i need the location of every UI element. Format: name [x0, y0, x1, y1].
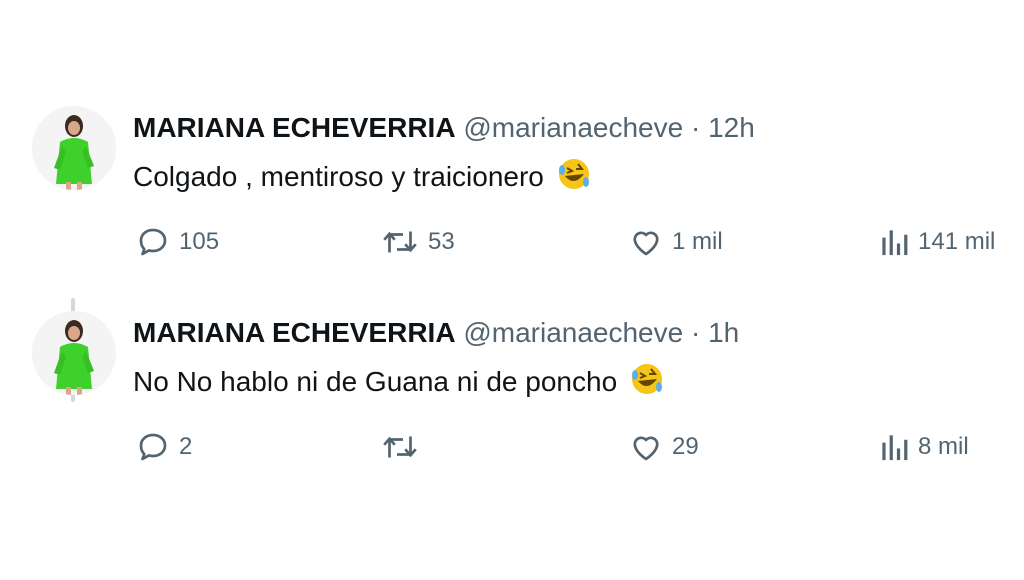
like-count: 29 — [672, 433, 699, 460]
timestamp[interactable]: 12h — [708, 112, 755, 143]
heart-icon — [633, 436, 659, 461]
reply-icon — [139, 433, 167, 461]
author-name[interactable]: MARIANA ECHEVERRIA — [133, 112, 456, 143]
rolling-on-floor-laughing-icon — [629, 361, 665, 406]
retweet-icon — [383, 231, 417, 253]
views-button[interactable]: 141 mil — [878, 220, 995, 264]
separator-dot: · — [690, 112, 701, 143]
tweet-header: MARIANA ECHEVERRIA @marianaecheve · 1h — [133, 315, 739, 351]
views-count: 8 mil — [918, 433, 969, 460]
rolling-on-floor-laughing-icon — [556, 156, 592, 201]
tweet-text-content: No No hablo ni de Guana ni de poncho — [133, 366, 618, 397]
reply-count: 105 — [179, 228, 220, 255]
timestamp[interactable]: 1h — [708, 317, 739, 348]
tweet-text: No No hablo ni de Guana ni de poncho — [133, 361, 665, 406]
tweet-actions: 105 53 1 mil 141 mil — [0, 220, 1024, 264]
tweet-text-content: Colgado , mentiroso y traicionero — [133, 161, 544, 192]
tweet-actions: 2 29 8 mil — [0, 425, 1024, 469]
tweet-header: MARIANA ECHEVERRIA @marianaecheve · 12h — [133, 110, 755, 146]
reply-button[interactable]: 2 — [135, 425, 192, 469]
reply-button[interactable]: 105 — [135, 220, 219, 264]
retweet-count: 53 — [428, 228, 455, 255]
like-button[interactable]: 29 — [628, 425, 699, 469]
views-button[interactable]: 8 mil — [878, 425, 969, 469]
author-handle[interactable]: @marianaecheve — [463, 317, 683, 348]
reply-count: 2 — [179, 433, 193, 460]
like-count: 1 mil — [672, 228, 723, 255]
avatar[interactable] — [32, 311, 116, 395]
like-button[interactable]: 1 mil — [628, 220, 723, 264]
views-chart-icon — [882, 435, 908, 461]
tweet-text: Colgado , mentiroso y traicionero — [133, 156, 592, 201]
avatar-photo — [32, 106, 116, 190]
views-chart-icon — [882, 230, 908, 256]
avatar-photo — [32, 311, 116, 395]
separator-dot: · — [690, 317, 701, 348]
retweet-button[interactable]: 53 — [380, 220, 455, 264]
heart-icon — [633, 231, 659, 256]
tweet[interactable]: MARIANA ECHEVERRIA @marianaecheve · 1h N… — [0, 305, 1024, 505]
avatar[interactable] — [32, 106, 116, 190]
retweet-button[interactable] — [380, 425, 428, 469]
reply-icon — [139, 228, 167, 256]
retweet-icon — [383, 436, 417, 458]
views-count: 141 mil — [918, 228, 996, 255]
author-handle[interactable]: @marianaecheve — [463, 112, 683, 143]
author-name[interactable]: MARIANA ECHEVERRIA — [133, 317, 456, 348]
tweet[interactable]: MARIANA ECHEVERRIA @marianaecheve · 12h … — [0, 100, 1024, 402]
